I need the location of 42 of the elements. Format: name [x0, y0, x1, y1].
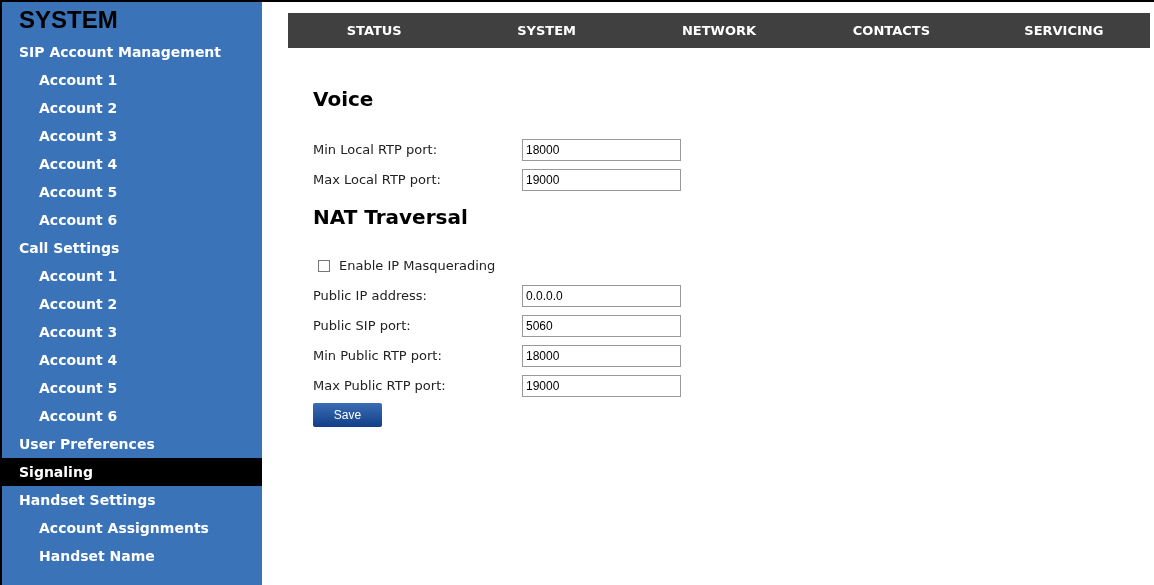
- text-field[interactable]: 18000: [522, 139, 681, 161]
- sidebar-item[interactable]: Account 4: [2, 346, 262, 374]
- section-heading: Voice: [313, 86, 375, 113]
- sidebar-item[interactable]: Account Assignments: [2, 514, 262, 542]
- field-label: Max Local RTP port:: [313, 171, 442, 190]
- nav-tab[interactable]: NETWORK: [632, 20, 806, 41]
- nav-tab[interactable]: SERVICING: [977, 20, 1151, 41]
- text-field[interactable]: 0.0.0.0: [522, 285, 681, 307]
- sidebar-item[interactable]: Account 5: [2, 178, 262, 206]
- sidebar-item[interactable]: User Preferences: [2, 430, 262, 458]
- nav-tab[interactable]: STATUS: [288, 20, 461, 41]
- text-field[interactable]: 5060: [522, 315, 681, 337]
- field-label: Min Local RTP port:: [313, 141, 439, 160]
- sidebar-item[interactable]: Call Settings: [2, 234, 262, 262]
- text-field[interactable]: 18000: [522, 345, 681, 367]
- sidebar-item[interactable]: Account 2: [2, 290, 262, 318]
- field-label: Public IP address:: [313, 287, 428, 306]
- field-label: Min Public RTP port:: [313, 347, 443, 366]
- sidebar-item[interactable]: Signaling: [2, 458, 262, 486]
- sidebar-item[interactable]: Account 3: [2, 122, 262, 150]
- text-field[interactable]: 19000: [522, 375, 681, 397]
- sidebar-item[interactable]: Account 2: [2, 94, 262, 122]
- save-button[interactable]: Save: [313, 403, 382, 427]
- sidebar-title: SYSTEM: [18, 5, 119, 35]
- sidebar-item[interactable]: SIP Account Management: [2, 38, 262, 66]
- field-label: Public SIP port:: [313, 317, 412, 336]
- field-label: Max Public RTP port:: [313, 377, 447, 396]
- sidebar-item[interactable]: Account 1: [2, 262, 262, 290]
- checkbox-label: Enable IP Masquerading: [339, 257, 496, 276]
- sidebar-item[interactable]: Handset Name: [2, 542, 262, 570]
- nav-tab[interactable]: CONTACTS: [805, 20, 978, 41]
- sidebar-item[interactable]: Account 5: [2, 374, 262, 402]
- sidebar-item[interactable]: Handset Settings: [2, 486, 262, 514]
- sidebar-item[interactable]: Account 6: [2, 206, 262, 234]
- section-heading: NAT Traversal: [313, 204, 469, 231]
- sidebar-item[interactable]: Account 3: [2, 318, 262, 346]
- nav-tab[interactable]: SYSTEM: [460, 20, 633, 41]
- sidebar-item[interactable]: Account 4: [2, 150, 262, 178]
- text-field[interactable]: 19000: [522, 169, 681, 191]
- sidebar-item[interactable]: Account 1: [2, 66, 262, 94]
- sidebar-item[interactable]: Account 6: [2, 402, 262, 430]
- checkbox[interactable]: [318, 260, 330, 272]
